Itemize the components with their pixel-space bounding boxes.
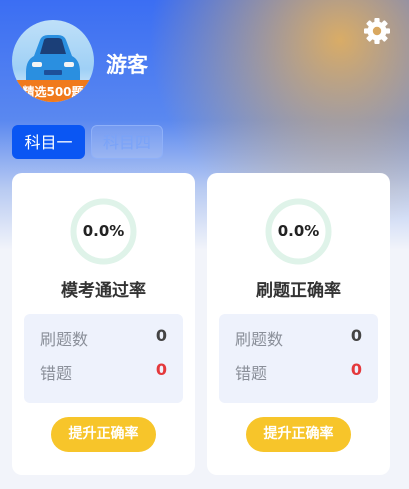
tab-subject-one[interactable]: 科目一 xyxy=(12,125,85,159)
stat-row-wrong: 错题 0 xyxy=(24,360,183,383)
exam-pass-rate-card: 0.0% 模考通过率 刷题数 0 错题 0 提升正确率 xyxy=(12,173,195,475)
stat-row-questions: 刷题数 0 xyxy=(219,326,378,349)
avatar[interactable]: 精选500题 xyxy=(12,20,94,102)
accuracy-percent: 0.0% xyxy=(277,222,320,240)
improve-accuracy-button[interactable]: 提升正确率 xyxy=(51,417,156,452)
username: 游客 xyxy=(106,53,148,77)
stat-value: 0 xyxy=(350,326,362,345)
settings-button[interactable] xyxy=(362,16,392,46)
gear-icon xyxy=(364,18,390,44)
improve-accuracy-button[interactable]: 提升正确率 xyxy=(246,417,351,452)
stat-value-error: 0 xyxy=(350,360,362,379)
stat-value: 0 xyxy=(155,326,167,345)
stat-label: 刷题数 xyxy=(235,330,284,349)
avatar-badge: 精选500题 xyxy=(22,84,84,99)
stats-box: 刷题数 0 错题 0 xyxy=(219,314,378,403)
pass-rate-percent: 0.0% xyxy=(82,222,125,240)
stat-label: 错题 xyxy=(235,364,268,383)
stats-box: 刷题数 0 错题 0 xyxy=(24,314,183,403)
tab-subject-four[interactable]: 科目四 xyxy=(91,125,163,159)
stat-row-questions: 刷题数 0 xyxy=(24,326,183,349)
stat-value-error: 0 xyxy=(155,360,167,379)
card-title: 刷题正确率 xyxy=(256,281,341,301)
stat-row-wrong: 错题 0 xyxy=(219,360,378,383)
car-illustration: 精选500题 xyxy=(12,35,94,102)
stat-label: 刷题数 xyxy=(40,330,89,349)
card-title: 模考通过率 xyxy=(61,281,146,301)
practice-accuracy-card: 0.0% 刷题正确率 刷题数 0 错题 0 提升正确率 xyxy=(207,173,390,475)
stat-label: 错题 xyxy=(40,364,73,383)
